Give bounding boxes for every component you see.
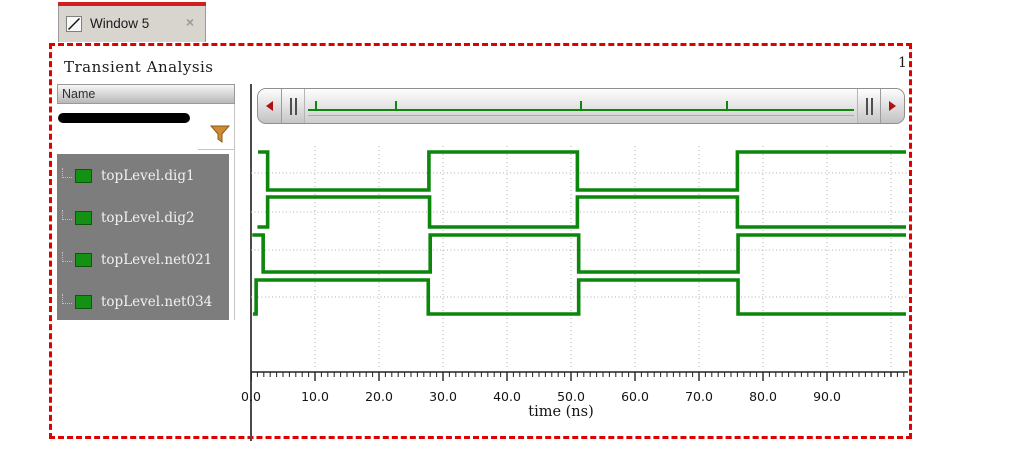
trace-color-swatch [75, 295, 92, 309]
grip-line [870, 97, 873, 115]
axis-tick-label: 90.0 [813, 389, 841, 404]
tab-active-indicator [58, 2, 206, 6]
tree-branch-icon [62, 252, 72, 262]
panel-divider [198, 149, 235, 150]
waveform-window-icon [66, 16, 82, 32]
axis-tick-label: 30.0 [429, 389, 457, 404]
preview-transition-tick [726, 101, 729, 111]
waveform-trace-topLevel.dig2[interactable] [257, 195, 906, 229]
filter-funnel-icon[interactable] [208, 122, 232, 146]
waveform-trace-topLevel.dig1[interactable] [258, 150, 906, 192]
waveform-viewer-window: Window 5 × Transient Analysis 1 Name top… [0, 0, 1013, 456]
signal-item-net034[interactable]: topLevel.net034 [57, 289, 229, 315]
signal-item-dig1[interactable]: topLevel.dig1 [57, 163, 229, 189]
x-axis-tick-labels: 0.0 10.0 20.0 30.0 40.0 50.0 60.0 70.0 80.0 90.0 [241, 389, 913, 405]
page-number: 1 [898, 55, 907, 71]
waveform-preview-shadow [308, 115, 854, 116]
waveform-trace-topLevel.net021[interactable] [252, 233, 906, 274]
x-axis-title: time (ns) [528, 404, 594, 420]
zoom-left-handle[interactable] [282, 89, 305, 123]
trace-color-swatch [75, 211, 92, 225]
axis-tick-label: 0.0 [241, 389, 261, 404]
axis-tick-label: 10.0 [301, 389, 329, 404]
trace-color-swatch [75, 253, 92, 267]
grip-line [289, 97, 292, 115]
axis-tick-label: 40.0 [493, 389, 521, 404]
name-column-header[interactable]: Name [57, 84, 235, 104]
axis-tick-label: 70.0 [685, 389, 713, 404]
signal-item-net021[interactable]: topLevel.net021 [57, 247, 229, 273]
right-arrow-icon [889, 101, 896, 111]
horizontal-zoom-scrollbar[interactable] [257, 88, 905, 124]
grip-line [294, 97, 297, 115]
signal-name: topLevel.dig2 [101, 210, 195, 226]
tree-branch-icon [62, 168, 72, 178]
grip-line [865, 97, 868, 115]
scroll-right-button[interactable] [880, 89, 904, 123]
panel-scroll-divider [234, 104, 235, 320]
tab-close-icon[interactable]: × [186, 15, 194, 29]
signal-item-dig2[interactable]: topLevel.dig2 [57, 205, 229, 231]
axis-tick-label: 60.0 [621, 389, 649, 404]
trace-color-swatch [75, 169, 92, 183]
signal-name: topLevel.net034 [101, 294, 213, 310]
preview-transition-tick [395, 101, 398, 111]
signal-list: topLevel.dig1 topLevel.dig2 topLevel.net… [57, 154, 229, 320]
signal-name: topLevel.dig1 [101, 168, 195, 184]
axis-tick-label: 80.0 [749, 389, 777, 404]
scroll-left-button[interactable] [258, 89, 282, 123]
scrollbar-track-waveform-preview[interactable] [305, 89, 857, 123]
zoom-right-handle[interactable] [857, 89, 880, 123]
axis-tick-label: 50.0 [557, 389, 585, 404]
tree-branch-icon [62, 210, 72, 220]
redacted-trace-bar [58, 113, 190, 123]
waveform-plot-canvas[interactable] [251, 140, 913, 388]
preview-transition-tick [315, 101, 318, 111]
preview-transition-tick [580, 101, 582, 111]
page-title: Transient Analysis [64, 58, 214, 76]
signal-name: topLevel.net021 [101, 252, 213, 268]
left-arrow-icon [266, 101, 273, 111]
tree-branch-icon [62, 294, 72, 304]
tab-window5[interactable]: Window 5 × [58, 2, 206, 42]
tab-title: Window 5 [90, 16, 150, 31]
axis-tick-label: 20.0 [365, 389, 393, 404]
